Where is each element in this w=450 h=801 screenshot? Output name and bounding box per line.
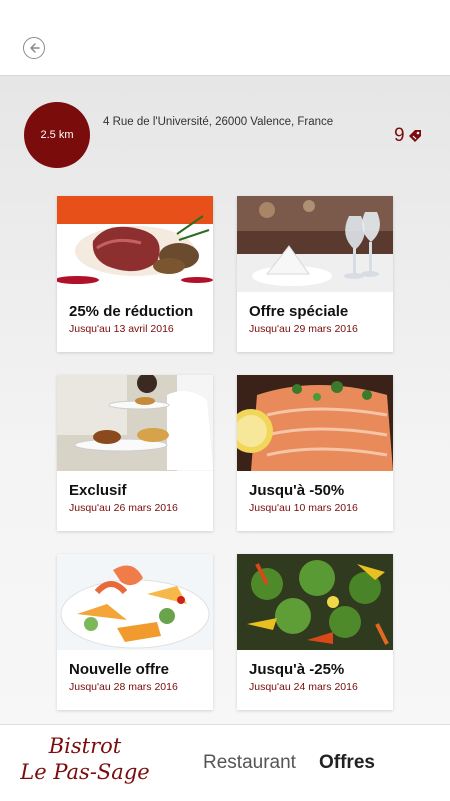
offer-date: Jusqu'au 28 mars 2016	[69, 681, 178, 693]
nav-restaurant[interactable]: Restaurant	[203, 752, 296, 774]
offer-card[interactable]: Jusqu'à -25% Jusqu'au 24 mars 2016	[237, 554, 393, 710]
offer-title: Exclusif	[69, 482, 127, 499]
offer-title: Jusqu'à -50%	[249, 482, 345, 499]
tag-icon	[408, 130, 421, 142]
back-arrow-circle-icon[interactable]	[23, 37, 45, 59]
offer-date: Jusqu'au 10 mars 2016	[249, 502, 358, 514]
nav-offres[interactable]: Offres	[319, 752, 375, 774]
restaurant-address: 4 Rue de l'Université, 26000 Valence, Fr…	[103, 116, 334, 128]
offer-card[interactable]: Jusqu'à -50% Jusqu'au 10 mars 2016	[237, 375, 393, 531]
offer-image-vegetables	[237, 554, 393, 650]
offer-title: Jusqu'à -25%	[249, 661, 345, 678]
offer-date: Jusqu'au 24 mars 2016	[249, 681, 358, 693]
offer-image-table	[237, 196, 393, 292]
logo-line-1: Bistrot	[48, 734, 122, 758]
offer-card[interactable]: 25% de réduction Jusqu'au 13 avril 2016	[57, 196, 213, 352]
offer-title: 25% de réduction	[69, 303, 194, 320]
offer-count[interactable]: 9	[394, 125, 423, 147]
offer-date: Jusqu'au 29 mars 2016	[249, 323, 358, 335]
offers-content: 2.5 km 4 Rue de l'Université, 26000 Vale…	[0, 76, 450, 724]
offer-image-waiter	[57, 375, 213, 471]
offer-title: Nouvelle offre	[69, 661, 170, 678]
restaurant-logo[interactable]: Bistrot Le Pas-Sage	[10, 733, 160, 785]
distance-badge: 2.5 km	[24, 102, 90, 168]
offer-date: Jusqu'au 26 mars 2016	[69, 502, 178, 514]
offer-card[interactable]: Offre spéciale Jusqu'au 29 mars 2016	[237, 196, 393, 352]
offer-card[interactable]: Nouvelle offre Jusqu'au 28 mars 2016	[57, 554, 213, 710]
offer-date: Jusqu'au 13 avril 2016	[69, 323, 174, 335]
offer-count-value: 9	[394, 125, 405, 146]
offer-title: Offre spéciale	[249, 303, 349, 320]
bottom-navigation: Bistrot Le Pas-Sage Restaurant Offres	[0, 724, 450, 801]
offer-card[interactable]: Exclusif Jusqu'au 26 mars 2016	[57, 375, 213, 531]
offer-image-shrimp-salad	[57, 554, 213, 650]
offer-image-steak	[57, 196, 213, 292]
top-app-bar	[0, 0, 450, 76]
logo-line-2: Le Pas-Sage	[20, 760, 150, 784]
offer-image-salmon	[237, 375, 393, 471]
